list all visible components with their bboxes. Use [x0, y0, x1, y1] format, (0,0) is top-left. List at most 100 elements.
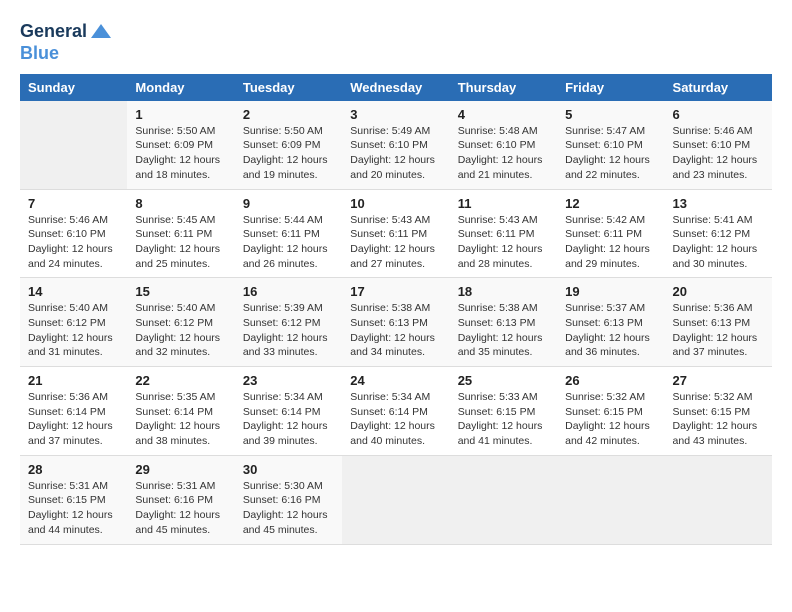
header-tuesday: Tuesday — [235, 74, 342, 101]
day-cell — [450, 455, 557, 544]
day-number: 10 — [350, 196, 441, 211]
logo-text: General Blue — [20, 20, 113, 64]
day-number: 16 — [243, 284, 334, 299]
day-info: Sunrise: 5:46 AMSunset: 6:10 PMDaylight:… — [673, 124, 764, 183]
day-number: 28 — [28, 462, 119, 477]
day-info: Sunrise: 5:34 AMSunset: 6:14 PMDaylight:… — [243, 390, 334, 449]
day-cell: 7 Sunrise: 5:46 AMSunset: 6:10 PMDaylight… — [20, 189, 127, 278]
day-cell: 29 Sunrise: 5:31 AMSunset: 6:16 PMDayligh… — [127, 455, 234, 544]
day-info: Sunrise: 5:48 AMSunset: 6:10 PMDaylight:… — [458, 124, 549, 183]
day-cell: 4 Sunrise: 5:48 AMSunset: 6:10 PMDaylight… — [450, 101, 557, 189]
day-info: Sunrise: 5:30 AMSunset: 6:16 PMDaylight:… — [243, 479, 334, 538]
day-info: Sunrise: 5:32 AMSunset: 6:15 PMDaylight:… — [565, 390, 656, 449]
day-number: 22 — [135, 373, 226, 388]
header-friday: Friday — [557, 74, 664, 101]
day-info: Sunrise: 5:47 AMSunset: 6:10 PMDaylight:… — [565, 124, 656, 183]
day-info: Sunrise: 5:36 AMSunset: 6:13 PMDaylight:… — [673, 301, 764, 360]
logo: General Blue — [20, 20, 113, 64]
day-number: 4 — [458, 107, 549, 122]
day-number: 8 — [135, 196, 226, 211]
day-cell: 23Sunrise: 5:34 AMSunset: 6:14 PMDayligh… — [235, 367, 342, 456]
header-saturday: Saturday — [665, 74, 772, 101]
day-cell: 11 Sunrise: 5:43 AMSunset: 6:11 PMDayligh… — [450, 189, 557, 278]
week-row-3: 14 Sunrise: 5:40 AMSunset: 6:12 PMDayligh… — [20, 278, 772, 367]
day-number: 11 — [458, 196, 549, 211]
day-cell: 20 Sunrise: 5:36 AMSunset: 6:13 PMDayligh… — [665, 278, 772, 367]
day-cell: 9 Sunrise: 5:44 AMSunset: 6:11 PMDaylight… — [235, 189, 342, 278]
day-cell: 19 Sunrise: 5:37 AMSunset: 6:13 PMDayligh… — [557, 278, 664, 367]
day-info: Sunrise: 5:39 AMSunset: 6:12 PMDaylight:… — [243, 301, 334, 360]
day-number: 14 — [28, 284, 119, 299]
day-cell: 2Sunrise: 5:50 AMSunset: 6:09 PMDaylight… — [235, 101, 342, 189]
day-cell: 30 Sunrise: 5:30 AMSunset: 6:16 PMDayligh… — [235, 455, 342, 544]
day-info: Sunrise: 5:50 AMSunset: 6:09 PMDaylight:… — [243, 124, 334, 183]
day-info: Sunrise: 5:31 AMSunset: 6:16 PMDaylight:… — [135, 479, 226, 538]
day-info: Sunrise: 5:41 AMSunset: 6:12 PMDaylight:… — [673, 213, 764, 272]
day-cell — [557, 455, 664, 544]
day-cell — [342, 455, 449, 544]
week-row-1: 1 Sunrise: 5:50 AMSunset: 6:09 PMDaylight… — [20, 101, 772, 189]
day-cell: 8 Sunrise: 5:45 AMSunset: 6:11 PMDaylight… — [127, 189, 234, 278]
day-info: Sunrise: 5:46 AMSunset: 6:10 PMDaylight:… — [28, 213, 119, 272]
day-cell: 3Sunrise: 5:49 AMSunset: 6:10 PMDaylight… — [342, 101, 449, 189]
day-cell: 10Sunrise: 5:43 AMSunset: 6:11 PMDayligh… — [342, 189, 449, 278]
week-row-2: 7 Sunrise: 5:46 AMSunset: 6:10 PMDaylight… — [20, 189, 772, 278]
day-number: 25 — [458, 373, 549, 388]
day-number: 3 — [350, 107, 441, 122]
day-number: 9 — [243, 196, 334, 211]
day-cell: 5 Sunrise: 5:47 AMSunset: 6:10 PMDaylight… — [557, 101, 664, 189]
day-cell: 25 Sunrise: 5:33 AMSunset: 6:15 PMDayligh… — [450, 367, 557, 456]
logo-icon — [89, 20, 113, 44]
day-number: 24 — [350, 373, 441, 388]
logo-blue: Blue — [20, 43, 59, 63]
day-info: Sunrise: 5:32 AMSunset: 6:15 PMDaylight:… — [673, 390, 764, 449]
day-cell: 13 Sunrise: 5:41 AMSunset: 6:12 PMDayligh… — [665, 189, 772, 278]
day-cell — [665, 455, 772, 544]
day-info: Sunrise: 5:43 AMSunset: 6:11 PMDaylight:… — [458, 213, 549, 272]
header-monday: Monday — [127, 74, 234, 101]
day-number: 6 — [673, 107, 764, 122]
day-info: Sunrise: 5:34 AMSunset: 6:14 PMDaylight:… — [350, 390, 441, 449]
day-info: Sunrise: 5:38 AMSunset: 6:13 PMDaylight:… — [350, 301, 441, 360]
day-number: 30 — [243, 462, 334, 477]
day-info: Sunrise: 5:31 AMSunset: 6:15 PMDaylight:… — [28, 479, 119, 538]
day-number: 15 — [135, 284, 226, 299]
day-info: Sunrise: 5:38 AMSunset: 6:13 PMDaylight:… — [458, 301, 549, 360]
calendar-table: SundayMondayTuesdayWednesdayThursdayFrid… — [20, 74, 772, 545]
day-cell: 12 Sunrise: 5:42 AMSunset: 6:11 PMDayligh… — [557, 189, 664, 278]
day-cell: 22Sunrise: 5:35 AMSunset: 6:14 PMDayligh… — [127, 367, 234, 456]
day-info: Sunrise: 5:44 AMSunset: 6:11 PMDaylight:… — [243, 213, 334, 272]
day-info: Sunrise: 5:37 AMSunset: 6:13 PMDaylight:… — [565, 301, 656, 360]
day-cell — [20, 101, 127, 189]
day-info: Sunrise: 5:42 AMSunset: 6:11 PMDaylight:… — [565, 213, 656, 272]
day-info: Sunrise: 5:40 AMSunset: 6:12 PMDaylight:… — [135, 301, 226, 360]
day-cell: 6 Sunrise: 5:46 AMSunset: 6:10 PMDaylight… — [665, 101, 772, 189]
day-cell: 21Sunrise: 5:36 AMSunset: 6:14 PMDayligh… — [20, 367, 127, 456]
day-cell: 15 Sunrise: 5:40 AMSunset: 6:12 PMDayligh… — [127, 278, 234, 367]
day-cell: 24 Sunrise: 5:34 AMSunset: 6:14 PMDayligh… — [342, 367, 449, 456]
day-number: 26 — [565, 373, 656, 388]
day-number: 12 — [565, 196, 656, 211]
day-info: Sunrise: 5:36 AMSunset: 6:14 PMDaylight:… — [28, 390, 119, 449]
day-number: 29 — [135, 462, 226, 477]
day-number: 13 — [673, 196, 764, 211]
day-info: Sunrise: 5:45 AMSunset: 6:11 PMDaylight:… — [135, 213, 226, 272]
day-number: 20 — [673, 284, 764, 299]
day-cell: 18 Sunrise: 5:38 AMSunset: 6:13 PMDayligh… — [450, 278, 557, 367]
day-number: 17 — [350, 284, 441, 299]
header-wednesday: Wednesday — [342, 74, 449, 101]
day-number: 1 — [135, 107, 226, 122]
day-cell: 26 Sunrise: 5:32 AMSunset: 6:15 PMDayligh… — [557, 367, 664, 456]
day-number: 7 — [28, 196, 119, 211]
day-info: Sunrise: 5:40 AMSunset: 6:12 PMDaylight:… — [28, 301, 119, 360]
day-info: Sunrise: 5:50 AMSunset: 6:09 PMDaylight:… — [135, 124, 226, 183]
day-info: Sunrise: 5:33 AMSunset: 6:15 PMDaylight:… — [458, 390, 549, 449]
day-cell: 28 Sunrise: 5:31 AMSunset: 6:15 PMDayligh… — [20, 455, 127, 544]
day-number: 5 — [565, 107, 656, 122]
header-thursday: Thursday — [450, 74, 557, 101]
day-number: 18 — [458, 284, 549, 299]
page-header: General Blue — [20, 20, 772, 64]
day-number: 19 — [565, 284, 656, 299]
day-cell: 27Sunrise: 5:32 AMSunset: 6:15 PMDayligh… — [665, 367, 772, 456]
day-cell: 17 Sunrise: 5:38 AMSunset: 6:13 PMDayligh… — [342, 278, 449, 367]
